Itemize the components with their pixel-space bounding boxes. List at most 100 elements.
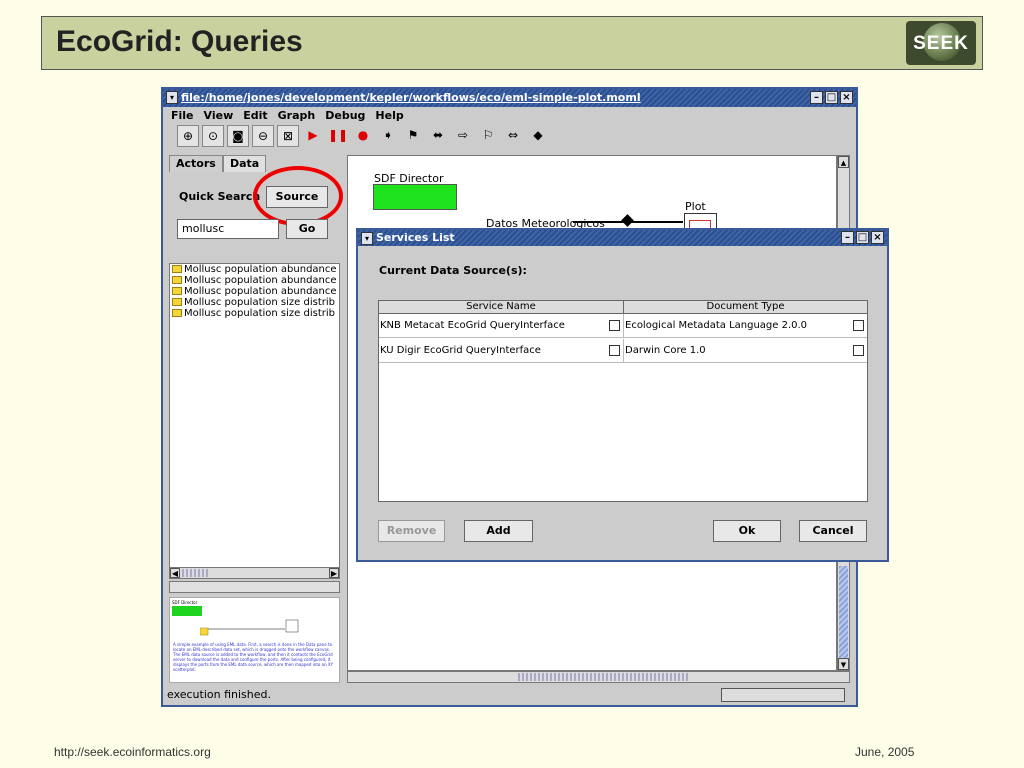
relation-diamond-icon[interactable] [621, 214, 634, 227]
column-header-service[interactable]: Service Name [379, 301, 624, 313]
menu-view[interactable]: View [204, 109, 234, 122]
zoom-in-icon[interactable]: ⊕ [177, 125, 199, 147]
logo-text: SEEK [913, 33, 969, 54]
folder-icon [172, 309, 182, 317]
outline-flag-icon[interactable]: ⚐ [477, 125, 499, 147]
stop-icon[interactable]: ● [352, 125, 374, 147]
document-type: Ecological Metadata Language 2.0.0 [625, 320, 808, 331]
status-bar: execution finished. [163, 685, 856, 705]
scroll-up-icon[interactable]: ▲ [838, 156, 849, 168]
close-icon[interactable]: × [871, 231, 884, 244]
go-button[interactable]: Go [286, 219, 328, 239]
services-list-dialog: ▾ Services List – □ × Current Data Sourc… [356, 228, 889, 562]
scroll-right-icon[interactable]: ▶ [329, 568, 339, 578]
menu-help[interactable]: Help [375, 109, 403, 122]
plot-label: Plot [685, 200, 706, 213]
service-name: KNB Metacat EcoGrid QueryInterface [380, 320, 565, 331]
seek-logo: SEEK [906, 21, 976, 65]
tab-actors[interactable]: Actors [169, 155, 223, 172]
pause-icon[interactable]: ❚❚ [327, 125, 349, 147]
tab-data[interactable]: Data [223, 155, 267, 172]
table-row[interactable]: KNB Metacat EcoGrid QueryInterface Ecolo… [379, 314, 867, 338]
fit-page-icon[interactable]: ⊠ [277, 125, 299, 147]
divider-bar[interactable] [169, 581, 340, 593]
arrow-icon[interactable]: ⬌ [427, 125, 449, 147]
flag-icon[interactable]: ⚑ [402, 125, 424, 147]
highlight-circle [253, 166, 343, 226]
cancel-button[interactable]: Cancel [799, 520, 867, 542]
menu-edit[interactable]: Edit [243, 109, 267, 122]
folder-icon [172, 287, 182, 295]
preview-director-box [172, 606, 202, 616]
service-name: KU Digir EcoGrid QueryInterface [380, 345, 541, 356]
sdf-director-box[interactable] [373, 184, 457, 210]
toolbar: ⊕ ⊙ ◙ ⊖ ⊠ ▶ ❚❚ ● ➧ ⚑ ⬌ ⇨ ⚐ ⇔ ◆ [177, 125, 549, 147]
minimize-icon[interactable]: – [810, 91, 823, 104]
preview-source-box [200, 627, 209, 636]
library-pane: Actors Data Quick Search Source mollusc … [167, 155, 343, 683]
search-input[interactable]: mollusc [177, 219, 279, 239]
folder-icon [172, 298, 182, 306]
list-item[interactable]: Mollusc population abundance [170, 286, 339, 297]
list-item[interactable]: Mollusc population abundance [170, 275, 339, 286]
maximize-icon[interactable]: □ [856, 231, 869, 244]
scroll-thumb[interactable] [839, 566, 848, 666]
menu-bar: File View Edit Graph Debug Help [163, 107, 856, 123]
preview-diagram [200, 619, 299, 636]
zoom-reset-icon[interactable]: ⊙ [202, 125, 224, 147]
workflow-preview: SDF Director A simple example of using E… [169, 597, 340, 683]
dialog-titlebar[interactable]: ▾ Services List – □ × [358, 230, 887, 246]
slide-title-bar: EcoGrid: Queries SEEK [41, 16, 983, 70]
zoom-fit-icon[interactable]: ◙ [227, 125, 249, 147]
scroll-thumb[interactable] [518, 673, 688, 681]
current-sources-label: Current Data Source(s): [379, 264, 527, 277]
preview-description: A simple example of using EML data. Firs… [173, 642, 334, 672]
close-icon[interactable]: × [840, 91, 853, 104]
zoom-out-icon[interactable]: ⊖ [252, 125, 274, 147]
quick-search-label: Quick Search [179, 190, 261, 203]
window-titlebar[interactable]: ▾ file:/home/jones/development/kepler/wo… [163, 89, 856, 107]
outline-arrow-icon[interactable]: ⇨ [452, 125, 474, 147]
doctype-checkbox[interactable] [853, 320, 864, 331]
menu-graph[interactable]: Graph [278, 109, 316, 122]
slide-title: EcoGrid: Queries [56, 25, 303, 58]
outline-double-arrow-icon[interactable]: ⇔ [502, 125, 524, 147]
scroll-left-icon[interactable]: ◀ [170, 568, 180, 578]
search-results-list: Mollusc population abundance Mollusc pop… [169, 263, 340, 570]
window-menu-icon[interactable]: ▾ [166, 91, 178, 104]
doctype-checkbox[interactable] [853, 345, 864, 356]
list-item[interactable]: Mollusc population size distrib [170, 308, 339, 319]
add-button[interactable]: Add [464, 520, 533, 542]
preview-plot-box [285, 619, 299, 633]
table-row[interactable]: KU Digir EcoGrid QueryInterface Darwin C… [379, 339, 867, 363]
minimize-icon[interactable]: – [841, 231, 854, 244]
services-table: Service Name Document Type KNB Metacat E… [378, 300, 868, 502]
dialog-menu-icon[interactable]: ▾ [361, 232, 373, 245]
list-item[interactable]: Mollusc population size distrib [170, 297, 339, 308]
preview-director-label: SDF Director [172, 600, 198, 605]
canvas-hscrollbar[interactable] [347, 671, 850, 683]
ok-button[interactable]: Ok [713, 520, 781, 542]
service-checkbox[interactable] [609, 320, 620, 331]
window-title: file:/home/jones/development/kepler/work… [181, 91, 641, 104]
maximize-icon[interactable]: □ [825, 91, 838, 104]
footer-date: June, 2005 [855, 745, 915, 759]
list-item[interactable]: Mollusc population abundance [170, 264, 339, 275]
scroll-down-icon[interactable]: ▼ [838, 658, 849, 670]
remove-button[interactable]: Remove [378, 520, 445, 542]
status-text: execution finished. [167, 688, 272, 701]
table-header: Service Name Document Type [379, 301, 867, 314]
diamond-icon[interactable]: ◆ [527, 125, 549, 147]
footer-url[interactable]: http://seek.ecoinformatics.org [54, 745, 211, 759]
menu-debug[interactable]: Debug [325, 109, 365, 122]
progress-bar [721, 688, 845, 702]
scroll-thumb[interactable] [182, 569, 208, 577]
results-hscrollbar[interactable]: ◀ ▶ [169, 567, 340, 579]
flag-right-icon[interactable]: ➧ [377, 125, 399, 147]
menu-file[interactable]: File [171, 109, 194, 122]
dialog-title: Services List [376, 231, 455, 244]
column-header-doctype[interactable]: Document Type [624, 301, 867, 313]
folder-icon [172, 265, 182, 273]
service-checkbox[interactable] [609, 345, 620, 356]
run-icon[interactable]: ▶ [302, 125, 324, 147]
